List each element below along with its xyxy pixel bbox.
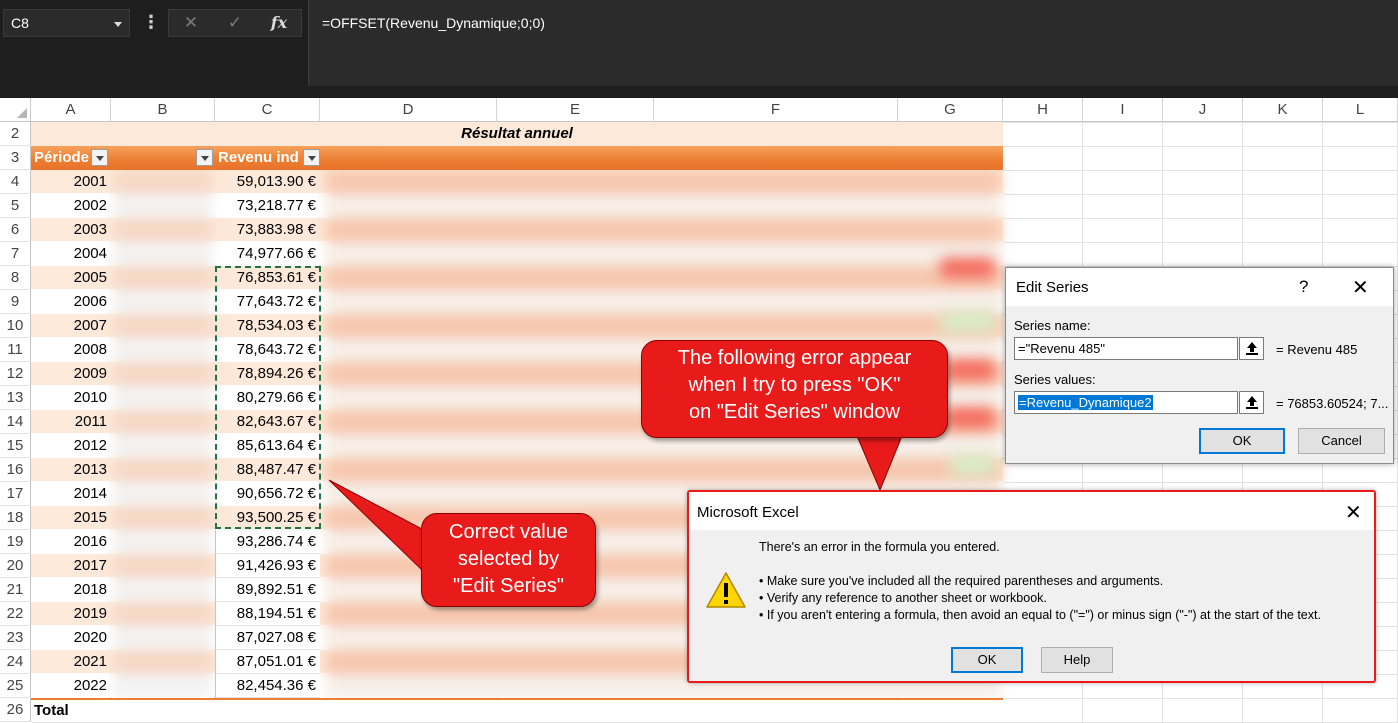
callout-line: Correct value — [449, 521, 568, 543]
collapse-dialog-button[interactable] — [1239, 337, 1264, 360]
left-callout-pointer — [328, 479, 425, 574]
ok-button[interactable]: OK — [951, 647, 1023, 673]
close-icon[interactable]: ✕ — [1352, 275, 1369, 300]
dialog-title: Microsoft Excel — [697, 504, 799, 521]
help-icon[interactable]: ? — [1299, 277, 1308, 297]
callout-correct-value: Correct value selected by "Edit Series" — [421, 513, 596, 607]
ok-button[interactable]: OK — [1199, 428, 1285, 454]
callout-error-note: The following error appear when I try to… — [641, 340, 948, 438]
series-name-input[interactable]: ="Revenu 485" — [1014, 337, 1238, 360]
callout-line: when I try to press "OK" — [688, 374, 901, 396]
callout-line: on "Edit Series" window — [689, 401, 900, 423]
close-icon[interactable]: ✕ — [1345, 500, 1362, 525]
error-bullet: • Verify any reference to another sheet … — [759, 591, 1047, 605]
cancel-button[interactable]: Cancel — [1298, 428, 1385, 454]
series-values-label: Series values: — [1014, 372, 1096, 387]
series-values-input[interactable]: =Revenu_Dynamique2 — [1014, 391, 1238, 414]
help-button[interactable]: Help — [1041, 647, 1113, 673]
selected-text: =Revenu_Dynamique2 — [1018, 395, 1153, 410]
dialog-titlebar[interactable]: Microsoft Excel ✕ — [689, 492, 1374, 530]
warning-icon — [706, 572, 746, 608]
dialog-title: Edit Series — [1016, 279, 1089, 296]
dialog-body: There's an error in the formula you ente… — [689, 530, 1374, 681]
error-bullet: • Make sure you've included all the requ… — [759, 574, 1164, 588]
edit-series-dialog: Edit Series ? ✕ Series name: ="Revenu 48… — [1005, 267, 1394, 464]
dialog-titlebar[interactable]: Edit Series ? ✕ — [1006, 268, 1393, 306]
series-name-label: Series name: — [1014, 318, 1091, 333]
error-dialog: Microsoft Excel ✕ There's an error in th… — [687, 490, 1376, 683]
callout-line: selected by — [457, 548, 560, 570]
top-callout-pointer — [856, 435, 903, 492]
series-values-result: = 76853.60524; 7... — [1276, 396, 1389, 411]
collapse-dialog-button[interactable] — [1239, 391, 1264, 414]
error-message: There's an error in the formula you ente… — [759, 540, 1000, 554]
callout-line: "Edit Series" — [453, 575, 564, 597]
series-name-result: = Revenu 485 — [1276, 342, 1358, 357]
callout-line: The following error appear — [677, 347, 912, 369]
error-bullet: • If you aren't entering a formula, then… — [759, 608, 1321, 622]
